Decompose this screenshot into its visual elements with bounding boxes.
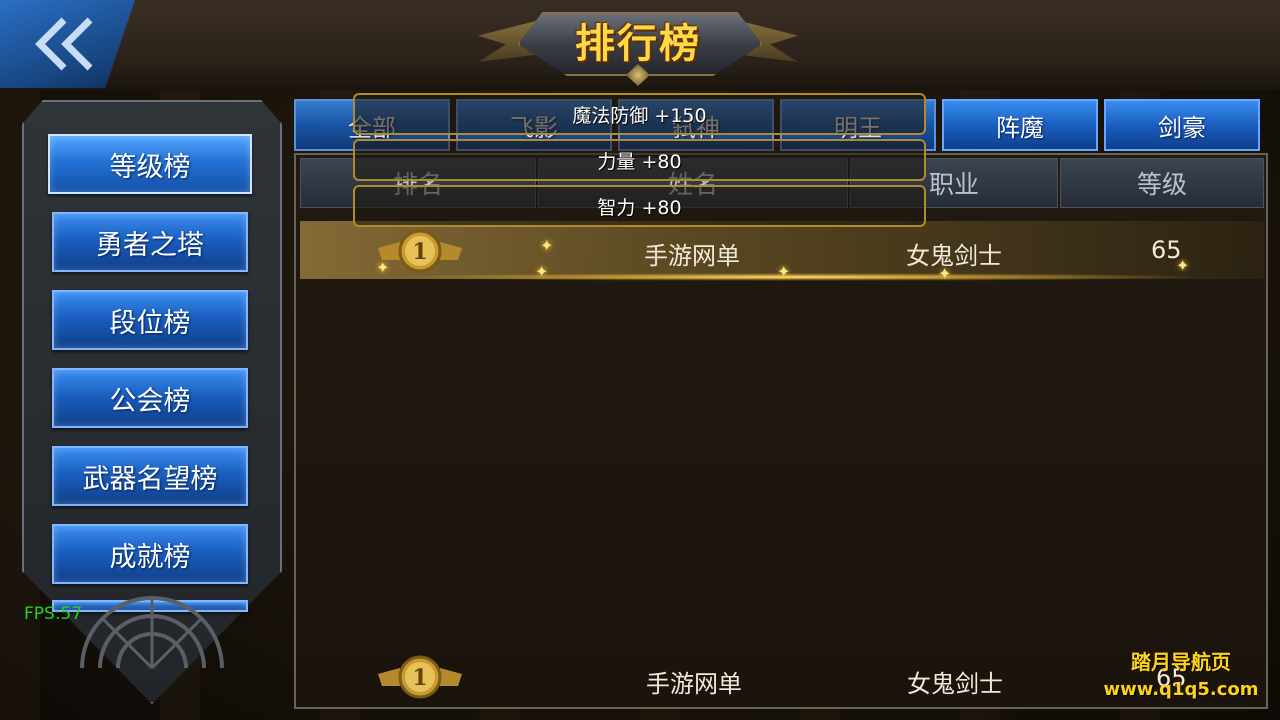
tab-label: 剑豪 (1158, 113, 1206, 142)
row-class: 女鬼剑士 (906, 242, 1002, 270)
sidebar-item-label: 段位榜 (109, 307, 191, 339)
my-rank-medal-icon: 1 (378, 655, 462, 699)
stat-tooltip-line: 魔法防御 +150 (353, 93, 926, 135)
sidebar-item-label: 等级榜 (109, 151, 191, 183)
game-screen: 排行榜 等级榜 勇者之塔 段位榜 公会榜 武器名望榜 成就榜 FPS:57 全部… (0, 0, 1280, 720)
title-emblem: 排行榜 (478, 4, 798, 88)
sparkle-icon: ✦ (376, 258, 390, 277)
tab-zhenmo[interactable]: 阵魔 (942, 99, 1098, 151)
sidebar-item-label: 公会榜 (109, 385, 191, 417)
stat-tooltip-line: 力量 +80 (353, 139, 926, 181)
sparkle-icon: ✦ (777, 262, 791, 281)
stat-tooltip-line: 智力 +80 (353, 185, 926, 227)
watermark-line1: 踏月导航页 (1131, 650, 1231, 674)
sidebar-item-guild-rank[interactable]: 公会榜 (52, 368, 248, 428)
double-chevron-left-icon (35, 17, 93, 71)
sidebar-item-label: 勇者之塔 (96, 229, 204, 261)
tab-jianhao[interactable]: 剑豪 (1104, 99, 1260, 151)
sparkle-icon: ✦ (540, 236, 554, 255)
fan-ornament-icon (80, 596, 224, 670)
my-rank-number: 1 (412, 665, 427, 691)
sidebar-menu: 等级榜 勇者之塔 段位榜 公会榜 武器名望榜 成就榜 (48, 134, 252, 612)
sparkle-icon: ✦ (938, 264, 952, 283)
row-glow-effect (380, 273, 1210, 281)
column-header-label: 职业 (928, 170, 979, 199)
page-title: 排行榜 (575, 21, 701, 67)
watermark-line2: www.q1q5.com (1103, 679, 1259, 700)
sidebar-item-hero-tower[interactable]: 勇者之塔 (52, 212, 248, 272)
sidebar-item-label: 武器名望榜 (82, 463, 218, 495)
rank-number: 1 (412, 239, 427, 265)
sidebar-item-level-rank[interactable]: 等级榜 (48, 134, 252, 194)
sidebar-item-weapon-fame-rank[interactable]: 武器名望榜 (52, 446, 248, 506)
row-name: 手游网单 (644, 242, 740, 270)
tab-label: 阵魔 (996, 113, 1044, 142)
column-header-level: 等级 (1060, 158, 1264, 208)
column-header-label: 等级 (1136, 170, 1187, 199)
sidebar-item-label: 成就榜 (109, 541, 191, 573)
watermark: 踏月导航页 www.q1q5.com (1096, 646, 1266, 700)
sparkle-icon: ✦ (1176, 256, 1190, 275)
sidebar-item-achievement-rank[interactable]: 成就榜 (52, 524, 248, 584)
my-rank-name: 手游网单 (646, 670, 742, 698)
my-rank-class: 女鬼剑士 (907, 670, 1003, 698)
fps-counter: FPS:57 (24, 604, 83, 624)
sidebar-item-tier-rank[interactable]: 段位榜 (52, 290, 248, 350)
sparkle-icon: ✦ (535, 262, 549, 281)
